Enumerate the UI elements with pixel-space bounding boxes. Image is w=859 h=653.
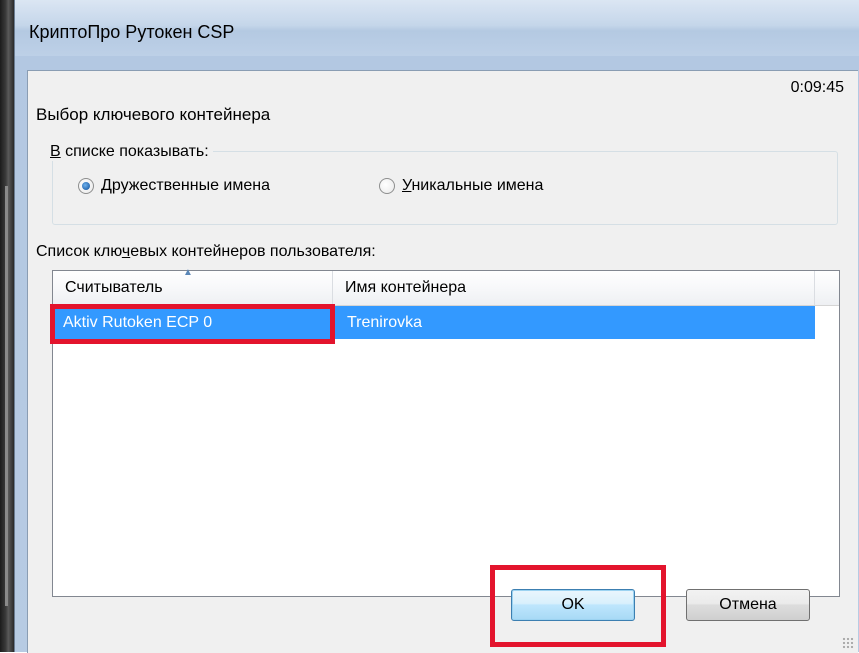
- red-highlight-frame: [50, 304, 335, 344]
- key-container-list[interactable]: ▲ Считыватель Имя контейнера Aktiv Rutok…: [50, 267, 840, 597]
- dialog-window: КриптоПро Рутокен CSP 0:09:45 Выбор ключ…: [14, 0, 859, 653]
- dialog-heading: Выбор ключевого контейнера: [36, 105, 271, 124]
- column-header-reader-label: Считыватель: [65, 279, 163, 296]
- radio-unique-label: Уникальные имена: [402, 177, 544, 194]
- display-mode-legend: В списке показывать:: [46, 143, 213, 161]
- legend-accel: В: [50, 143, 61, 160]
- column-header-reader[interactable]: ▲ Считыватель: [53, 267, 333, 305]
- resize-grip-icon[interactable]: [842, 637, 854, 649]
- background-window-edge: [0, 0, 14, 652]
- radio-friendly-names[interactable]: Дружественные имена: [78, 177, 270, 195]
- dialog-client-area: 0:09:45 Выбор ключевого контейнера В спи…: [27, 70, 858, 653]
- container-list-label: Список ключевых контейнеров пользователя…: [36, 243, 376, 260]
- title-bar[interactable]: КриптоПро Рутокен CSP: [15, 0, 859, 56]
- column-header-container-name[interactable]: Имя контейнера: [333, 271, 815, 305]
- cell-container-name[interactable]: Trenirovka: [334, 306, 815, 339]
- radio-friendly-label: Дружественные имена: [101, 177, 270, 194]
- list-header: ▲ Считыватель Имя контейнера: [53, 267, 839, 306]
- radio-unchecked-icon: [379, 178, 395, 194]
- red-highlight-frame: [490, 565, 666, 647]
- radio-unique-names[interactable]: Уникальные имена: [379, 177, 543, 195]
- cancel-button[interactable]: Отмена: [686, 589, 810, 621]
- legend-text: списке показывать:: [60, 143, 209, 160]
- window-title: КриптоПро Рутокен CSP: [29, 22, 235, 42]
- sort-ascending-icon: ▲: [183, 267, 193, 278]
- countdown-timer: 0:09:45: [790, 79, 844, 96]
- column-header-container-label: Имя контейнера: [345, 279, 467, 296]
- radio-checked-icon: [78, 178, 94, 194]
